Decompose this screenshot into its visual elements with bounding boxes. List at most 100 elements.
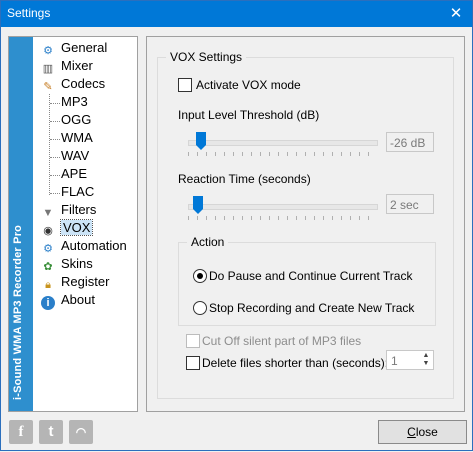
action-title: Action <box>187 235 229 249</box>
slider-tick <box>251 216 252 220</box>
info-icon: i <box>41 296 55 310</box>
slider-tick <box>269 152 270 156</box>
threshold-label: Input Level Threshold (dB) <box>178 108 320 122</box>
threshold-value-field[interactable]: -26 dB <box>386 132 434 152</box>
delete-short-checkbox[interactable] <box>186 356 200 370</box>
slider-tick <box>278 216 279 220</box>
activate-vox-checkbox[interactable] <box>178 78 192 92</box>
slider-tick <box>197 152 198 156</box>
cutoff-silent-checkbox[interactable] <box>186 334 200 348</box>
action-option-pause-radio[interactable] <box>193 269 207 283</box>
slider-tick <box>233 152 234 156</box>
tree-connector <box>50 193 60 194</box>
close-button[interactable]: Close <box>378 420 467 444</box>
slider-tick <box>260 152 261 156</box>
vox-panel: VOX Settings Activate VOX mode Input Lev… <box>146 36 465 412</box>
twitter-icon[interactable]: t <box>39 420 63 444</box>
window-title: Settings <box>7 6 51 20</box>
title-bar: Settings ✕ <box>0 0 473 27</box>
threshold-ticks <box>188 152 378 156</box>
slider-tick <box>332 216 333 220</box>
facebook-icon[interactable]: f <box>9 420 33 444</box>
lock-icon: 🔒︎ <box>45 279 51 291</box>
skins-icon: ✿ <box>43 261 53 273</box>
tree-connector <box>50 121 60 122</box>
slider-tick <box>296 216 297 220</box>
reaction-slider-track[interactable] <box>188 204 378 210</box>
vox-icon: ◉ <box>43 225 53 237</box>
brand-text: i-Sound WMA MP3 Recorder Pro <box>12 224 24 400</box>
codec-item-wav[interactable]: WAV <box>61 147 89 165</box>
delete-seconds-stepper[interactable]: 1 ▲ ▼ <box>386 350 434 370</box>
slider-tick <box>242 152 243 156</box>
slider-tick <box>269 216 270 220</box>
funnel-icon: ▼ <box>42 207 54 219</box>
slider-tick <box>314 152 315 156</box>
automation-icon: ⚙ <box>43 243 53 255</box>
nav-item-about[interactable]: i About <box>41 291 95 310</box>
slider-tick <box>224 152 225 156</box>
vox-settings-group: VOX Settings Activate VOX mode Input Lev… <box>157 50 454 399</box>
codec-item-ogg[interactable]: OGG <box>61 111 91 129</box>
codec-item-flac[interactable]: FLAC <box>61 183 94 201</box>
reaction-slider-thumb[interactable] <box>193 196 203 214</box>
threshold-slider-track[interactable] <box>188 140 378 146</box>
slider-tick <box>368 216 369 220</box>
slider-tick <box>305 152 306 156</box>
codecs-icon: ✎ <box>43 81 53 93</box>
threshold-slider-thumb[interactable] <box>196 132 206 150</box>
nav-item-vox[interactable]: ◉ VOX <box>41 219 94 237</box>
activate-vox-label[interactable]: Activate VOX mode <box>196 78 301 92</box>
nav-item-register[interactable]: 🔒︎ Register <box>41 273 109 291</box>
delete-short-label[interactable]: Delete files shorter than (seconds): <box>202 356 388 370</box>
settings-nav: i-Sound WMA MP3 Recorder Pro ⚙ General ▥ M… <box>8 36 138 412</box>
vox-settings-title: VOX Settings <box>166 50 247 64</box>
slider-tick <box>197 216 198 220</box>
slider-tick <box>287 216 288 220</box>
tree-connector <box>50 139 60 140</box>
nav-item-mixer[interactable]: ▥ Mixer <box>41 57 93 75</box>
nav-item-codecs[interactable]: ✎ Codecs <box>41 75 105 93</box>
codec-item-ape[interactable]: APE <box>61 165 87 183</box>
slider-tick <box>332 152 333 156</box>
nav-item-general[interactable]: ⚙ General <box>41 39 107 57</box>
nav-item-filters[interactable]: ▼ Filters <box>41 201 97 219</box>
action-option-stop-radio[interactable] <box>193 301 207 315</box>
slider-tick <box>314 216 315 220</box>
slider-tick <box>206 216 207 220</box>
slider-tick <box>341 216 342 220</box>
rss-icon[interactable]: ◠ <box>69 420 93 444</box>
slider-tick <box>350 152 351 156</box>
tree-connector <box>49 94 50 195</box>
action-option-pause-label[interactable]: Do Pause and Continue Current Track <box>209 269 412 283</box>
nav-item-skins[interactable]: ✿ Skins <box>41 255 92 273</box>
slider-tick <box>368 152 369 156</box>
action-group: Action Do Pause and Continue Current Tra… <box>178 235 436 326</box>
slider-tick <box>206 152 207 156</box>
slider-tick <box>251 152 252 156</box>
mixer-icon: ▥ <box>42 63 54 75</box>
slider-tick <box>188 216 189 220</box>
close-icon[interactable]: ✕ <box>448 4 464 22</box>
codec-item-wma[interactable]: WMA <box>61 129 93 147</box>
brand-band: i-Sound WMA MP3 Recorder Pro <box>9 37 33 411</box>
reaction-label: Reaction Time (seconds) <box>178 172 311 186</box>
slider-tick <box>341 152 342 156</box>
gear-icon: ⚙ <box>43 45 53 57</box>
tree-connector <box>50 157 60 158</box>
slider-tick <box>278 152 279 156</box>
codec-item-mp3[interactable]: MP3 <box>61 93 88 111</box>
slider-tick <box>233 216 234 220</box>
slider-tick <box>359 216 360 220</box>
slider-tick <box>323 216 324 220</box>
cutoff-silent-label[interactable]: Cut Off silent part of MP3 files <box>202 334 361 348</box>
action-option-stop-label[interactable]: Stop Recording and Create New Track <box>209 301 414 315</box>
slider-tick <box>215 216 216 220</box>
stepper-up-icon[interactable]: ▲ <box>420 352 432 360</box>
slider-tick <box>188 152 189 156</box>
reaction-value-field[interactable]: 2 sec <box>386 194 434 214</box>
nav-item-automation[interactable]: ⚙ Automation <box>41 237 127 255</box>
slider-tick <box>224 216 225 220</box>
slider-tick <box>215 152 216 156</box>
stepper-down-icon[interactable]: ▼ <box>420 360 432 368</box>
